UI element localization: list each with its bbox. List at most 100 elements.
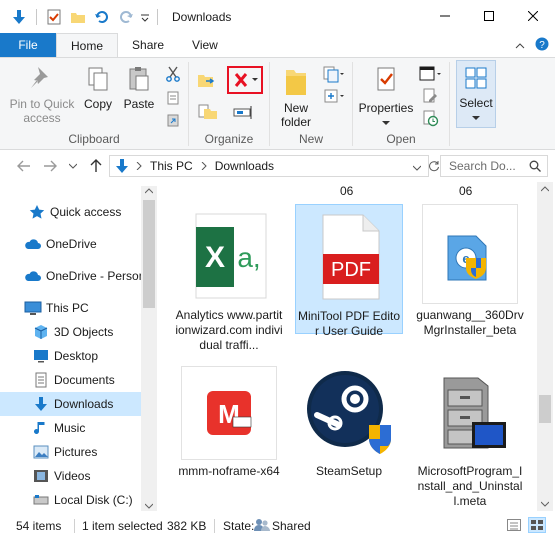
nav-item-this-pc[interactable]: This PC — [0, 296, 141, 320]
chevron-up-icon[interactable] — [515, 39, 525, 53]
organize-group: Organize — [189, 58, 269, 150]
file-tile-microsoft-program-install[interactable]: MicrosoftProgram_Install_and_Uninstall.m… — [416, 366, 524, 509]
nav-item-videos[interactable]: Videos — [0, 464, 141, 488]
window-controls — [423, 0, 555, 32]
nav-item-desktop[interactable]: Desktop — [0, 344, 141, 368]
customize-toolbar-chevron-icon[interactable] — [139, 6, 151, 28]
breadcrumb-this-pc[interactable]: This PC — [150, 159, 193, 173]
new-item-icon[interactable] — [320, 64, 346, 84]
nav-item-downloads[interactable]: Downloads — [0, 392, 141, 416]
breadcrumb-downloads[interactable]: Downloads — [215, 159, 274, 173]
scroll-up-icon[interactable] — [541, 186, 549, 192]
nav-label: Documents — [54, 373, 115, 387]
address-bar[interactable]: This PC Downloads — [109, 155, 429, 177]
cloud-icon — [24, 235, 42, 253]
down-arrow-icon[interactable] — [8, 6, 30, 28]
rename-icon[interactable] — [231, 102, 257, 122]
nav-label: Videos — [54, 469, 91, 483]
tab-view[interactable]: View — [178, 33, 232, 57]
nav-item-local-disk[interactable]: Local Disk (C:) — [0, 488, 141, 511]
copy-button[interactable]: Copy — [80, 64, 116, 111]
scroll-down-icon[interactable] — [145, 503, 153, 509]
nav-label: Quick access — [50, 205, 122, 219]
nav-item-documents[interactable]: Documents — [0, 368, 141, 392]
nav-item-pictures[interactable]: Pictures — [0, 440, 141, 464]
file-tile-analytics[interactable]: X a, Analytics www.partitionwizard.com i… — [175, 204, 283, 353]
pin-to-quick-access-button[interactable]: Pin to Quick access — [6, 64, 78, 125]
scroll-up-icon[interactable] — [145, 188, 153, 194]
nav-label: Desktop — [54, 349, 99, 363]
nav-item-quick-access[interactable]: Quick access — [0, 200, 141, 224]
select-dropdown-icon — [472, 110, 480, 124]
nav-pane-scrollbar[interactable] — [141, 186, 157, 511]
address-dropdown-chevron-icon[interactable] — [412, 160, 422, 176]
nav-item-music[interactable]: Music — [0, 416, 141, 440]
large-icons-view-icon[interactable] — [528, 517, 546, 533]
star-icon — [28, 203, 46, 221]
quick-access-toolbar — [0, 6, 162, 28]
maximize-icon[interactable] — [467, 0, 511, 32]
excel-icon: X a, — [180, 204, 278, 304]
file-tile-steamsetup[interactable]: SteamSetup — [295, 366, 403, 479]
title-bar: Downloads — [0, 0, 555, 33]
forward-arrow-icon[interactable] — [42, 158, 58, 174]
delete-icon[interactable] — [227, 66, 263, 94]
new-group-label: New — [298, 132, 323, 146]
pdf-badge-text: PDF — [331, 259, 371, 281]
file-name: mmm-noframe-x64 — [178, 464, 280, 478]
search-input[interactable]: Search Do... — [440, 155, 548, 177]
properties-button[interactable]: Properties — [357, 64, 415, 129]
organize-group-label: Organize — [204, 132, 254, 146]
copy-to-icon[interactable] — [195, 102, 221, 122]
content-scroll-thumb[interactable] — [539, 395, 551, 423]
state-value: Shared — [272, 518, 311, 533]
paste-button[interactable]: Paste — [120, 64, 158, 111]
address-row: This PC Downloads Search Do... — [0, 150, 555, 182]
details-view-icon[interactable] — [507, 519, 521, 531]
select-button[interactable]: Select — [456, 60, 496, 128]
new-folder-icon[interactable] — [67, 6, 89, 28]
nav-item-3d-objects[interactable]: 3D Objects — [0, 320, 141, 344]
copy-icon — [84, 64, 112, 97]
file-tile-minitool-pdf-guide[interactable]: PDF MiniTool PDF Editor User Guide — [295, 204, 403, 338]
paste-shortcut-icon[interactable] — [162, 110, 184, 130]
file-tile-mmm-noframe[interactable]: M mmm-noframe-x64 — [175, 366, 283, 479]
minimize-icon[interactable] — [423, 0, 467, 32]
open-group-label: Open — [386, 132, 416, 146]
close-icon[interactable] — [511, 0, 555, 32]
svg-text:?: ? — [539, 40, 545, 51]
help-icon[interactable]: ? — [535, 37, 549, 54]
scissors-icon[interactable] — [162, 64, 184, 84]
recent-locations-chevron-icon[interactable] — [68, 158, 78, 174]
music-icon — [32, 419, 50, 437]
refresh-icon[interactable] — [428, 158, 440, 174]
back-arrow-icon[interactable] — [16, 158, 32, 174]
new-folder-button[interactable]: New folder — [274, 64, 318, 129]
properties-check-icon[interactable] — [43, 6, 65, 28]
scroll-down-icon[interactable] — [541, 501, 549, 507]
history-icon[interactable] — [417, 108, 443, 128]
file-name: Analytics www.partitionwizard.com indivi… — [175, 308, 283, 352]
pin-icon — [28, 64, 56, 97]
move-to-icon[interactable] — [195, 70, 221, 90]
open-with-icon[interactable] — [417, 64, 443, 84]
nav-item-onedrive[interactable]: OneDrive — [0, 232, 141, 256]
undo-icon[interactable] — [91, 6, 113, 28]
redo-icon[interactable] — [115, 6, 137, 28]
downloads-folder-icon — [114, 158, 130, 174]
edit-icon[interactable] — [417, 86, 443, 106]
up-arrow-icon[interactable] — [88, 158, 104, 174]
toolbar-separator — [157, 8, 158, 25]
content-scrollbar[interactable] — [537, 182, 553, 511]
file-tile-360drvmgr[interactable]: e guanwang__360DrvMgrInstaller_beta — [416, 204, 524, 338]
easy-access-icon[interactable] — [320, 86, 346, 106]
open-group: Properties Open — [353, 58, 449, 150]
tab-home[interactable]: Home — [56, 33, 119, 57]
copy-path-icon[interactable] — [162, 88, 184, 108]
nav-scroll-thumb[interactable] — [143, 200, 155, 308]
nav-item-onedrive-personal[interactable]: OneDrive - Person — [0, 264, 141, 288]
tab-file[interactable]: File — [0, 33, 56, 57]
file-name: MiniTool PDF Editor User Guide — [297, 309, 401, 338]
status-bar: 54 items 1 item selected 382 KB State: S… — [0, 512, 555, 539]
tab-share[interactable]: Share — [118, 33, 178, 57]
